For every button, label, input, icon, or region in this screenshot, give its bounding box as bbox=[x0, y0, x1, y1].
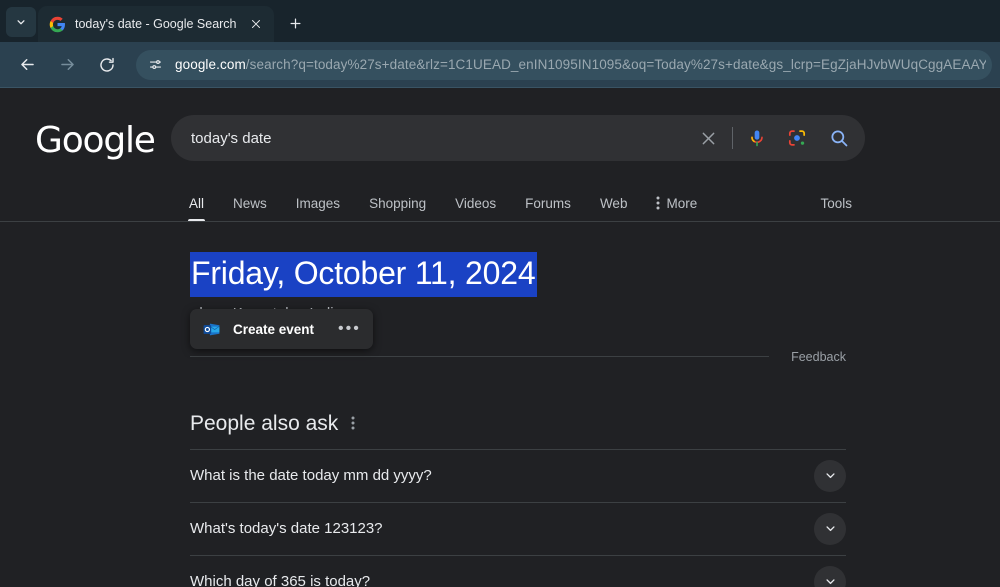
new-tab-button[interactable] bbox=[282, 9, 310, 37]
reload-button[interactable] bbox=[91, 49, 123, 81]
chevron-down-icon bbox=[825, 579, 835, 585]
question-text: What is the date today mm dd yyyy? bbox=[190, 467, 432, 485]
kebab-menu-icon bbox=[656, 196, 660, 210]
url-host: google.com bbox=[175, 57, 246, 72]
search-icon bbox=[831, 130, 848, 147]
google-lens-icon bbox=[788, 130, 806, 146]
outlook-icon bbox=[203, 323, 220, 335]
chevron-down-icon bbox=[825, 526, 835, 532]
tab-videos[interactable]: Videos bbox=[455, 196, 496, 222]
list-item[interactable]: What's today's date 123123? bbox=[190, 501, 846, 555]
create-event-popup[interactable]: Create event ••• bbox=[190, 309, 373, 349]
expand-question-button[interactable] bbox=[814, 459, 846, 492]
search-results: Friday, October 11, 2024 aluru, Karnatak… bbox=[0, 252, 1000, 587]
browser-tab[interactable]: today's date - Google Search bbox=[38, 6, 274, 42]
search-header: Google today's date bbox=[0, 88, 1000, 161]
question-text: What's today's date 123123? bbox=[190, 520, 383, 538]
tabs-underline bbox=[0, 221, 1000, 222]
tab-news[interactable]: News bbox=[233, 196, 267, 222]
tab-title: today's date - Google Search bbox=[75, 17, 237, 31]
arrow-left-icon bbox=[20, 58, 34, 71]
date-answer-block: Friday, October 11, 2024 aluru, Karnatak… bbox=[190, 252, 1000, 349]
address-bar[interactable]: google.com/search?q=today%27s+date&rlz=1… bbox=[136, 49, 992, 80]
search-submit-button[interactable] bbox=[827, 126, 851, 150]
google-lens-button[interactable] bbox=[785, 126, 809, 150]
close-icon bbox=[251, 20, 260, 28]
expand-question-button[interactable] bbox=[814, 565, 846, 587]
feedback-link[interactable]: Feedback bbox=[791, 350, 846, 364]
more-filters-label: More bbox=[666, 195, 698, 211]
kebab-menu-icon bbox=[351, 416, 355, 430]
create-event-label: Create event bbox=[233, 321, 315, 337]
site-settings-button[interactable] bbox=[143, 53, 167, 77]
tab-forums[interactable]: Forums bbox=[525, 196, 571, 222]
plus-icon bbox=[290, 18, 301, 28]
search-divider bbox=[732, 127, 733, 149]
more-filters-button[interactable]: More bbox=[656, 195, 697, 222]
people-also-ask-menu-button[interactable] bbox=[351, 415, 355, 433]
voice-search-button[interactable] bbox=[745, 126, 769, 150]
tab-strip: today's date - Google Search bbox=[0, 0, 1000, 42]
search-input[interactable]: today's date bbox=[191, 130, 696, 147]
search-box[interactable]: today's date bbox=[171, 115, 865, 161]
google-logo[interactable]: Google bbox=[35, 117, 170, 159]
people-also-ask-title: People also ask bbox=[190, 411, 339, 435]
clear-search-button[interactable] bbox=[696, 126, 720, 150]
tab-all[interactable]: All bbox=[187, 196, 206, 222]
tab-web[interactable]: Web bbox=[600, 196, 628, 222]
expand-question-button[interactable] bbox=[814, 512, 846, 545]
question-text: Which day of 365 is today? bbox=[190, 573, 371, 587]
back-button[interactable] bbox=[11, 49, 43, 81]
people-also-ask-list: What is the date today mm dd yyyy? What'… bbox=[190, 448, 846, 587]
feedback-divider bbox=[190, 356, 770, 358]
google-search-page: Google today's date All News Images Shop… bbox=[0, 88, 1000, 587]
url-path: /search?q=today%27s+date&rlz=1C1UEAD_enI… bbox=[245, 57, 986, 72]
microphone-icon bbox=[751, 130, 763, 147]
forward-button[interactable] bbox=[51, 49, 83, 81]
tab-images[interactable]: Images bbox=[296, 196, 340, 222]
date-answer-text: Friday, October 11, 2024 bbox=[190, 252, 538, 297]
close-icon bbox=[702, 132, 714, 144]
tab-search-button[interactable] bbox=[6, 7, 36, 37]
browser-window: today's date - Google Search google.com/… bbox=[0, 0, 1000, 587]
tab-close-button[interactable] bbox=[246, 14, 266, 34]
tab-shopping[interactable]: Shopping bbox=[369, 196, 426, 222]
url-text: google.com/search?q=today%27s+date&rlz=1… bbox=[175, 57, 986, 72]
reload-icon bbox=[100, 57, 114, 72]
google-favicon bbox=[49, 16, 65, 32]
search-filter-tabs: All News Images Shopping Videos Forums W… bbox=[0, 190, 1000, 222]
list-item[interactable]: Which day of 365 is today? bbox=[190, 554, 846, 587]
list-item[interactable]: What is the date today mm dd yyyy? bbox=[190, 448, 846, 502]
feedback-row: Feedback bbox=[190, 350, 846, 364]
arrow-right-icon bbox=[60, 58, 74, 71]
chevron-down-icon bbox=[825, 473, 835, 479]
tools-button[interactable]: Tools bbox=[820, 196, 852, 222]
tune-icon bbox=[149, 60, 161, 69]
create-event-more-button[interactable]: ••• bbox=[338, 321, 361, 336]
browser-toolbar: google.com/search?q=today%27s+date&rlz=1… bbox=[0, 42, 1000, 87]
chevron-down-icon bbox=[17, 20, 25, 25]
people-also-ask-header: People also ask bbox=[190, 412, 1000, 436]
